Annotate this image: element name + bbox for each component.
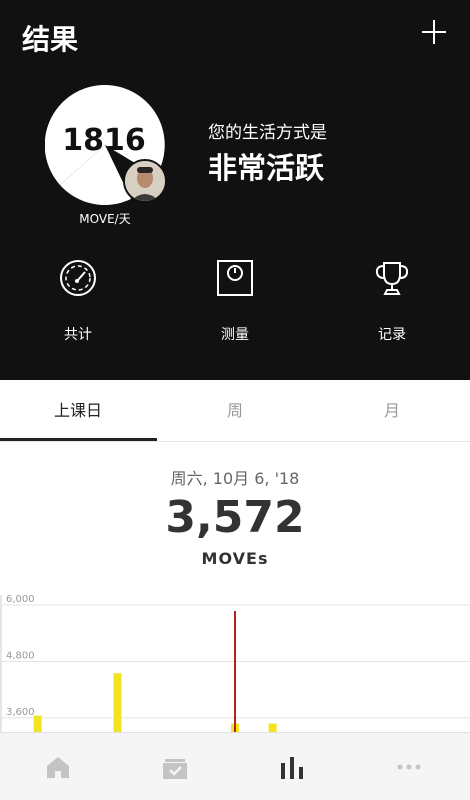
total-button[interactable]: 共计 [28,258,128,344]
add-icon[interactable] [422,20,446,44]
summary-unit: MOVEs [201,549,269,568]
records-label: 记录 [378,327,406,343]
summary-date: 周六, 10月 6, '18 [170,469,300,488]
home-icon [47,757,69,778]
inbox-icon [163,759,187,779]
bottom-navigation [0,732,470,800]
chart-y-tick-label: 4,800 [6,650,35,661]
active-tab-indicator [0,438,157,441]
trophy-icon [375,262,409,295]
scale-icon [217,260,253,296]
move-score-value: 1816 [62,123,146,158]
total-label: 共计 [64,327,92,343]
nav-more[interactable] [351,733,468,800]
avatar[interactable] [123,159,167,203]
tab-day[interactable]: 上课日 [0,380,156,442]
summary-value: 3,572 [165,492,305,543]
records-button[interactable]: 记录 [342,258,442,344]
measure-label: 测量 [221,327,249,343]
chart-bar[interactable] [33,715,42,732]
period-tabs: 上课日 周 月 [0,380,470,442]
measure-button[interactable]: 测量 [185,258,285,344]
page-title: 结果 [22,23,79,56]
lifestyle-label: 您的生活方式是 [208,123,327,143]
tab-month[interactable]: 月 [314,380,470,442]
move-score-unit: MOVE/天 [79,212,131,226]
lifestyle-value: 非常活跃 [208,151,325,185]
nav-inbox[interactable] [117,733,234,800]
results-header-section: 结果 1816 MOVE/天 您的生活方式是 非常活跃 共计 测量 记录 [0,0,470,380]
move-score-dial: 1816 [44,84,167,205]
more-icon [397,764,421,770]
chart-y-tick-label: 6,000 [6,595,35,605]
chart-bar[interactable] [113,673,122,732]
gauge-icon [60,260,96,296]
bar-chart-icon [281,757,303,779]
tab-week[interactable]: 周 [157,380,313,442]
chart-y-tick-label: 3,600 [6,707,35,718]
activity-chart[interactable]: 6,000 4,800 3,600 [0,595,470,732]
chart-bar[interactable] [268,723,277,732]
nav-home[interactable] [0,733,117,800]
nav-results[interactable] [234,733,351,800]
